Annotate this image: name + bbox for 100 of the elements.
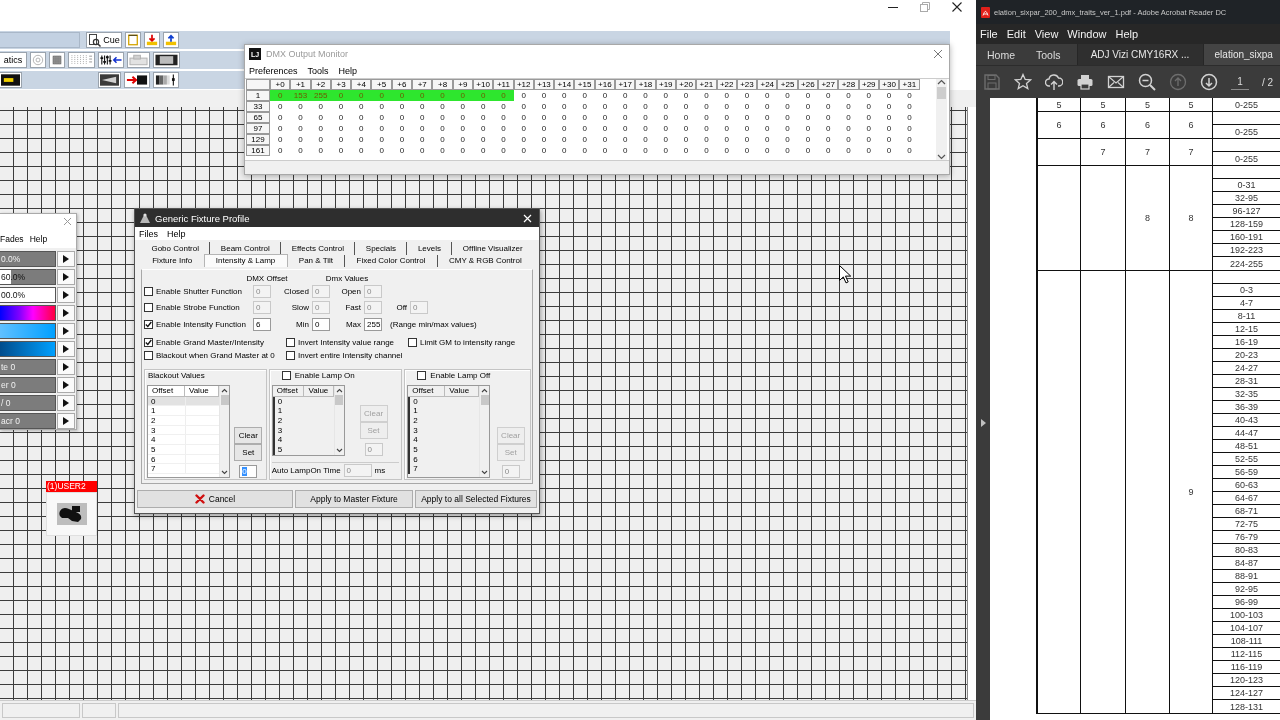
tab[interactable]: Fixture Info [141,254,204,267]
toolbar-button[interactable] [163,32,179,48]
toolbar-field[interactable] [0,32,80,48]
menu-item[interactable]: Tools [307,65,329,76]
arrow-button[interactable] [57,377,75,393]
arrow-button[interactable] [57,395,75,411]
zoom-out-icon[interactable] [1138,73,1156,91]
checkbox-label: Enable Lamp On [294,371,355,380]
scrollbar-thumb[interactable] [480,394,489,405]
column-header: +18 [635,79,656,90]
tab[interactable]: Levels [406,242,452,255]
arrow-button[interactable] [57,341,75,357]
menu-item[interactable]: Fades [0,233,24,244]
checkbox[interactable] [144,303,153,313]
checkbox[interactable] [144,350,153,360]
value-field[interactable]: / 0 [0,395,56,411]
arrow-button[interactable] [57,413,75,429]
arrow-button[interactable] [57,251,75,267]
triangle-right-icon[interactable] [980,419,986,427]
toolbar-button[interactable] [153,72,179,88]
close-icon[interactable] [951,1,963,13]
scrollbar-thumb[interactable] [220,394,229,405]
table-cell-text: 0 [703,101,710,112]
scrollbar[interactable] [219,385,229,477]
nav-tab[interactable]: Tools [1036,44,1061,65]
arrow-down-circle-icon[interactable] [1200,73,1218,91]
checkbox[interactable] [286,338,295,348]
value-field[interactable]: er 0 [0,377,56,393]
tab[interactable]: CMY & RGB Control [436,254,533,267]
dialog-button[interactable]: Apply to all Selected Fixtures [415,490,537,508]
menu-item[interactable]: File [980,28,998,40]
table-cell-text: 0 [804,145,812,156]
tab[interactable]: Intensity & Lamp [203,253,288,267]
star-icon[interactable] [1014,73,1032,91]
mail-icon[interactable] [1107,73,1125,91]
value-field[interactable]: te 0 [0,359,56,375]
toolbar-button[interactable] [124,72,150,88]
menu-item[interactable]: View [1034,28,1059,40]
arrow-button[interactable] [57,305,75,321]
value-field[interactable]: 0 [312,317,330,331]
value-field[interactable]: 0.0% [0,251,56,267]
tab[interactable]: Offline Visualizer [451,242,533,255]
arrow-button[interactable] [57,359,75,375]
scrollbar-thumb[interactable] [335,394,344,405]
page-number-field[interactable]: 1 [1231,74,1249,90]
menu-item[interactable]: Help [167,228,186,239]
checkbox[interactable] [408,338,417,348]
checkbox[interactable] [286,350,295,360]
tab[interactable]: Specials [354,242,407,255]
scrollbar[interactable] [479,385,490,477]
scrollbar[interactable] [333,385,344,455]
menu-item[interactable]: Help [338,65,358,76]
arrow-button[interactable] [57,323,75,339]
menu-item[interactable]: Edit [1006,28,1026,40]
toolbar-button[interactable] [153,52,180,68]
document-tab[interactable]: ADJ Vizi CMY16RX ... [1076,44,1203,65]
scrollbar[interactable] [936,79,947,160]
checkbox[interactable] [144,338,153,348]
arrow-button[interactable] [57,269,75,285]
arrow-button[interactable] [57,287,75,303]
print-icon[interactable] [1076,73,1094,91]
gradient-bar[interactable] [0,323,56,339]
table-cell-text: 0 [743,90,751,101]
menu-item[interactable]: Preferences [249,65,298,76]
table-cell-text: 0 [439,145,446,156]
checkbox[interactable] [144,319,153,329]
toolbar-button[interactable]: atics [0,52,27,68]
menu-item[interactable]: Help [1115,28,1139,40]
nav-tab[interactable]: Home [987,44,1015,65]
menu-item[interactable]: Window [1067,28,1107,40]
scrollbar-thumb[interactable] [937,87,946,99]
toolbar-button[interactable] [98,52,124,68]
menu-item[interactable]: Files [139,228,158,239]
toolbar-button[interactable] [0,72,22,88]
value-field[interactable]: acr 0 [0,413,56,429]
menu-item[interactable]: Help [29,233,48,244]
cue-button[interactable]: Cue [86,32,122,48]
cloud-upload-icon[interactable] [1045,73,1063,91]
list-row[interactable]: 0 [148,396,219,407]
table-cell: 36-39 [1213,401,1280,414]
table-cell: 68-71 [1213,505,1280,518]
toolbar-button[interactable] [125,32,141,48]
dialog-button[interactable]: Cancel [137,490,293,508]
tab[interactable]: Fixed Color Control [344,254,437,267]
document-tab[interactable]: elation_sixpa [1202,44,1280,65]
dialog-button[interactable]: Apply to Master Fixture [295,490,413,508]
checkbox[interactable] [144,286,153,296]
table-cell-text: 0 [378,112,385,123]
table-cell-text: 0-255 [1234,98,1259,111]
tab[interactable]: Pan & Tilt [287,254,345,267]
checkbox[interactable] [281,371,291,380]
offset-field[interactable]: 6 [253,317,271,331]
table-cell-text: 0 [764,112,771,123]
toolbar-button[interactable] [98,72,121,88]
checkbox[interactable] [417,371,427,380]
value-field[interactable]: 255 [364,317,382,331]
slider-track[interactable]: 00.0% [0,287,56,303]
dialog-button[interactable]: Clear [234,426,263,444]
table-cell-text: 0 [358,145,365,156]
tab[interactable]: Gobo Control [141,242,210,255]
